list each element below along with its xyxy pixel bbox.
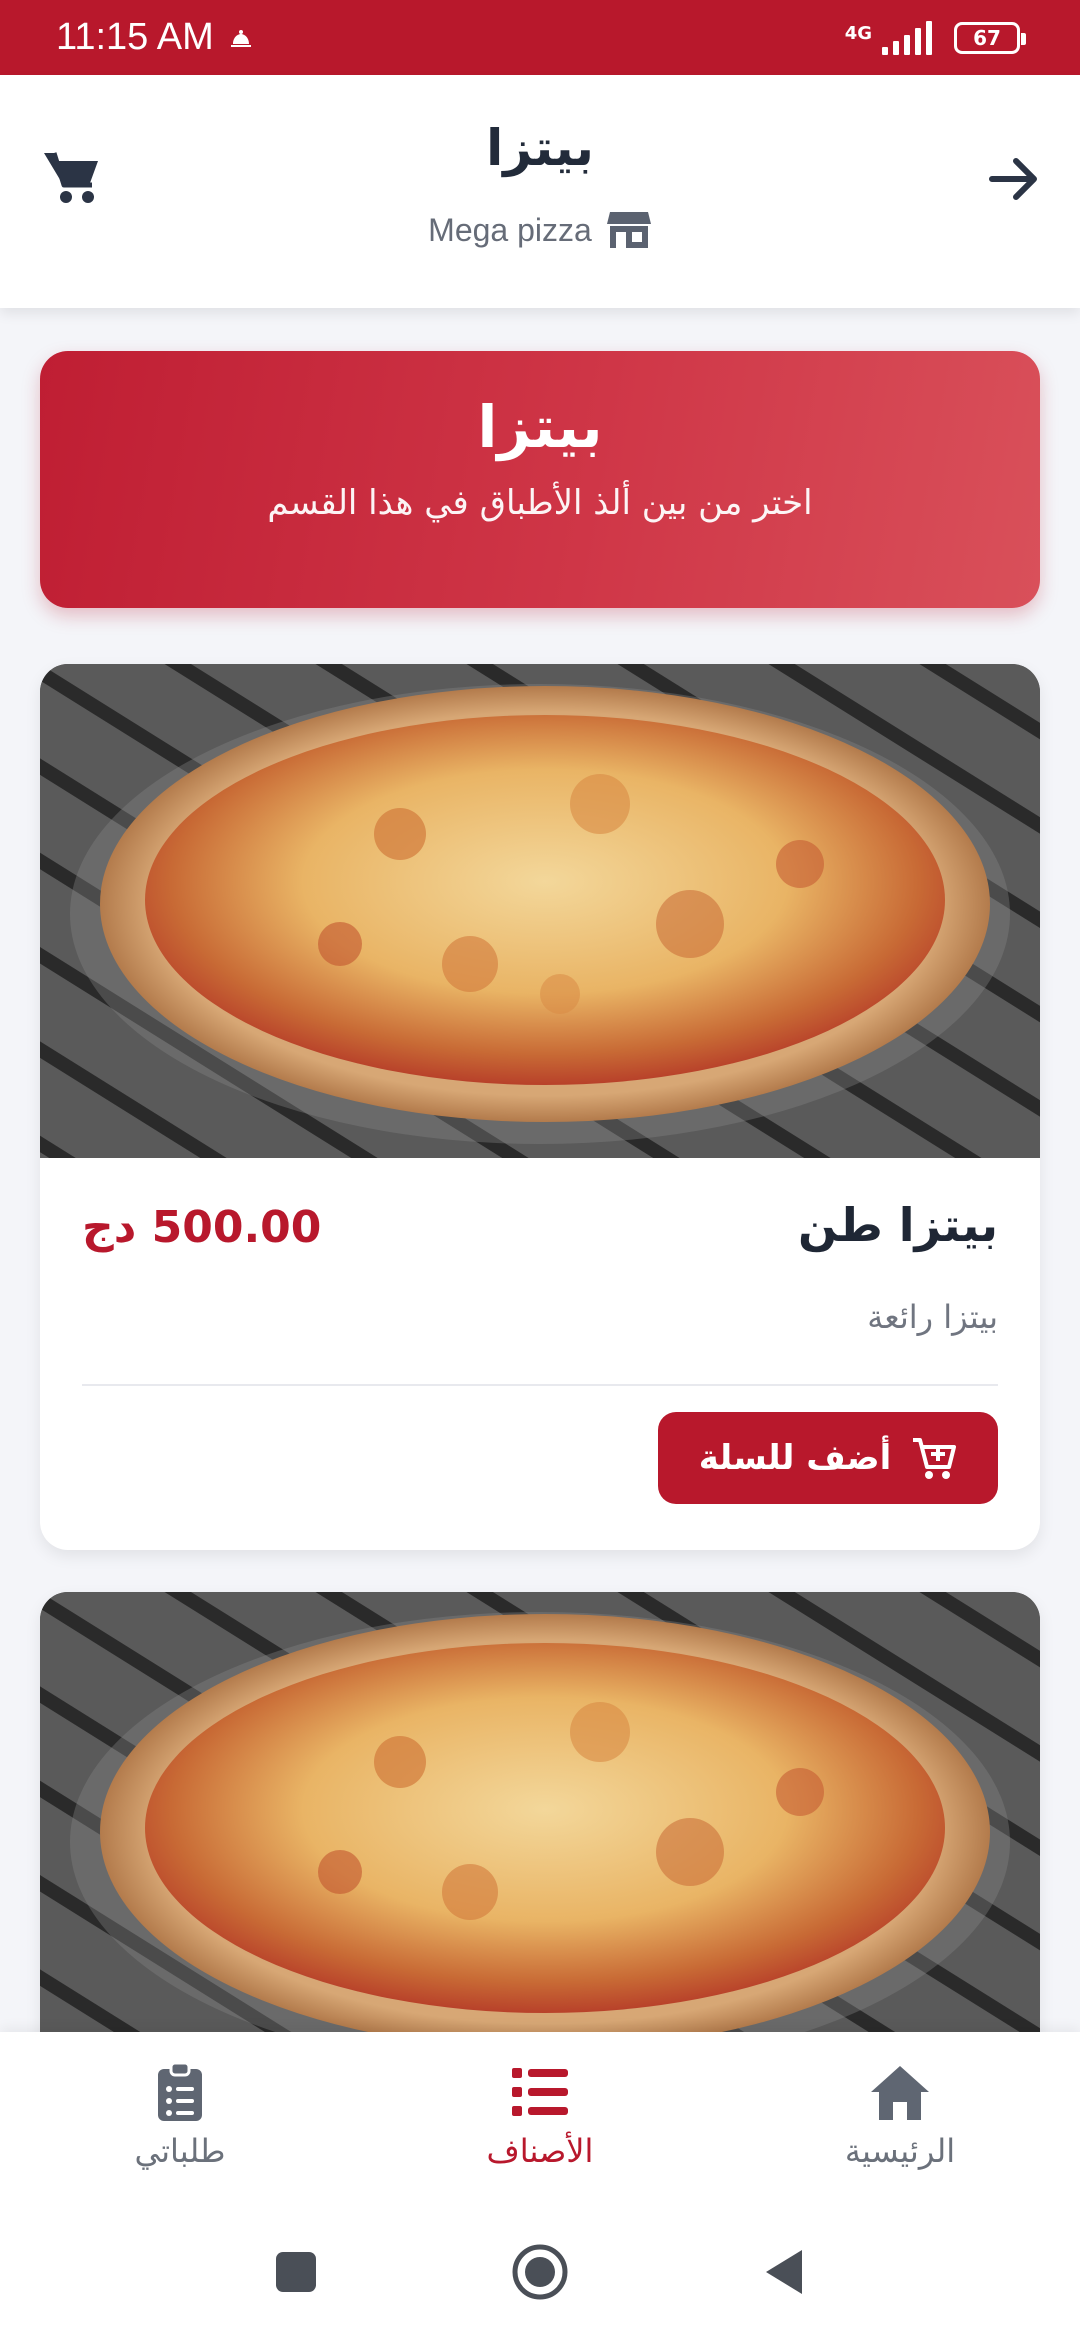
add-to-cart-label: أضف للسلة [698,1438,892,1478]
add-to-cart-button[interactable]: أضف للسلة [658,1412,998,1504]
home-icon [871,2066,929,2120]
bottom-navigation: الرئيسية الأصناف طلباتي [0,2032,1080,2200]
product-image[interactable] [40,664,1040,1158]
nav-home-label: الرئيسية [844,2132,956,2170]
store-name: Mega pizza [428,211,592,248]
circle-icon [512,2244,568,2300]
home-system-button[interactable] [510,2242,570,2302]
arrow-right-icon [989,158,1037,200]
battery-icon: 67 [954,21,1026,54]
status-bar: 11:15 AM 4G 67 [0,0,1080,75]
nav-orders-label: طلباتي [134,2132,226,2170]
app-header: بيتزا Mega pizza [0,75,1080,308]
product-card[interactable]: بيتزا طن 500.00 دج بيتزا رائعة أضف للسلة [40,664,1040,1550]
store-info: Mega pizza [0,210,1080,250]
add-cart-icon [913,1438,957,1479]
network-type: 4G [844,22,872,44]
nav-categories-label: الأصناف [486,2132,594,2170]
screen: 11:15 AM 4G 67 بيتزا Mega pizza بيتزا اخ… [0,0,1080,2340]
clipboard-list-icon [158,2061,202,2121]
system-navigation-bar [0,2200,1080,2340]
nav-home[interactable]: الرئيسية [780,2058,1020,2170]
back-button[interactable] [984,149,1044,209]
product-details: بيتزا طن 500.00 دج بيتزا رائعة أضف للسلة [40,1158,1040,1550]
nav-categories[interactable]: الأصناف [420,2058,660,2170]
status-right: 4G 67 [844,20,1026,55]
signal-icon [882,20,932,55]
triangle-back-icon [766,2250,802,2294]
page-title: بيتزا [486,119,594,177]
notification-icon [228,16,254,59]
product-description: بيتزا رائعة [867,1298,998,1336]
recents-button[interactable] [266,2242,326,2302]
product-name: بيتزا طن [798,1198,998,1252]
divider [82,1384,998,1386]
status-time: 11:15 AM [56,16,214,58]
product-image[interactable] [40,1592,1040,2086]
banner-title: بيتزا [477,393,603,461]
battery-level: 67 [973,25,1001,50]
category-banner: بيتزا اختر من بين ألذ الأطباق في هذا الق… [40,351,1040,608]
status-left: 11:15 AM [56,16,254,59]
square-icon [276,2252,316,2292]
back-system-button[interactable] [754,2242,814,2302]
nav-orders[interactable]: طلباتي [60,2058,300,2170]
banner-subtitle: اختر من بين ألذ الأطباق في هذا القسم [267,483,813,523]
product-price: 500.00 دج [82,1202,322,1253]
store-icon [606,212,651,248]
list-icon [512,2068,568,2116]
